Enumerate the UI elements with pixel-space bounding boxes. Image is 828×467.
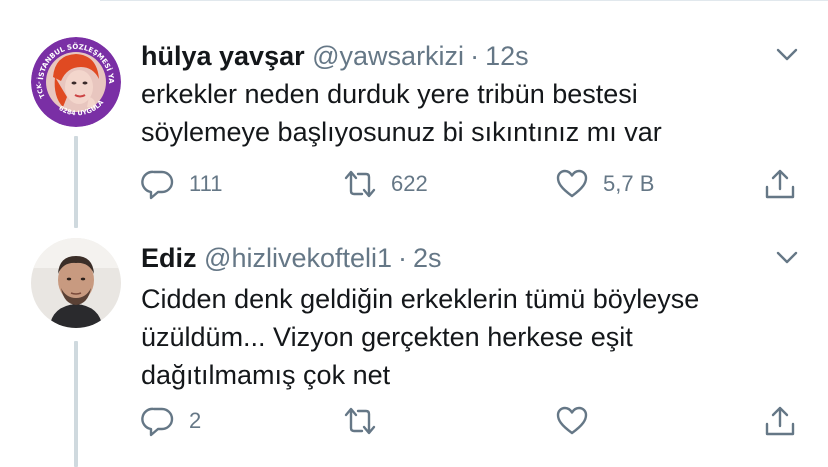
- reply-count: 2: [189, 408, 202, 433]
- share-button[interactable]: [763, 403, 797, 439]
- share-button[interactable]: [763, 166, 797, 202]
- thread-line: [74, 341, 78, 467]
- tweet-text-line: Cidden denk geldiğin erkeklerin tümü böy…: [141, 284, 700, 314]
- chevron-down-icon[interactable]: [776, 251, 798, 265]
- reply-count: 111: [189, 171, 223, 196]
- tweet-text-line: erkekler neden durduk yere tribün bestes…: [141, 79, 638, 109]
- share-icon: [765, 169, 795, 199]
- retweet-button[interactable]: [343, 403, 391, 439]
- like-icon: [556, 169, 588, 198]
- avatar[interactable]: [31, 238, 121, 328]
- like-button[interactable]: [555, 403, 603, 439]
- avatar[interactable]: İSTANBUL SÖZLEŞMESİ YAŞATIR TCK-103 6284…: [31, 37, 121, 127]
- reply-icon: [141, 170, 174, 200]
- tweet-actions: 111 622 5,7 B: [141, 166, 801, 202]
- retweet-count: 622: [391, 171, 428, 196]
- chevron-down-icon[interactable]: [776, 48, 798, 62]
- display-name[interactable]: Ediz: [141, 243, 197, 273]
- tweet-header: Ediz @hizlivekofteli1 · 2s: [141, 242, 442, 274]
- reply-icon: [141, 407, 174, 437]
- tweet-1[interactable]: İSTANBUL SÖZLEŞMESİ YAŞATIR TCK-103 6284…: [0, 0, 828, 235]
- retweet-icon: [344, 170, 376, 198]
- retweet-icon: [344, 407, 376, 435]
- retweet-button[interactable]: 622: [343, 166, 428, 202]
- tweet-actions: 2: [141, 403, 801, 439]
- like-icon: [556, 406, 588, 435]
- tweet-text: Cidden denk geldiğin erkeklerin tümü böy…: [141, 280, 791, 394]
- tweet-text: erkekler neden durduk yere tribün bestes…: [141, 75, 791, 151]
- avatar-image: [31, 238, 121, 328]
- tweet-text-line: söylemeye başlıyosunuz bi sıkıntınız mı …: [141, 117, 662, 147]
- tweet-2[interactable]: Ediz @hizlivekofteli1 · 2s Cidden denk gel…: [0, 235, 828, 467]
- separator-dot: ·: [398, 243, 408, 273]
- like-button[interactable]: 5,7 B: [555, 166, 654, 202]
- thread-line: [74, 136, 78, 228]
- avatar-image: İSTANBUL SÖZLEŞMESİ YAŞATIR TCK-103 6284…: [31, 37, 121, 127]
- separator-dot: ·: [470, 41, 480, 71]
- tweet-text-line: dağıtılmamış çok net: [141, 360, 391, 390]
- reply-button[interactable]: 2: [141, 403, 201, 439]
- tweet-text-line: üzüldüm... Vizyon gerçekten herkese eşit: [141, 322, 633, 352]
- share-icon: [765, 406, 795, 436]
- handle[interactable]: @hizlivekofteli1: [204, 243, 392, 273]
- like-count: 5,7 B: [603, 171, 655, 196]
- handle[interactable]: @yawsarkizi: [312, 41, 464, 71]
- timestamp[interactable]: 12s: [485, 41, 529, 71]
- tweet-header: hülya yavşar @yawsarkizi · 12s: [141, 40, 529, 72]
- reply-button[interactable]: 111: [141, 166, 222, 202]
- display-name[interactable]: hülya yavşar: [141, 41, 305, 71]
- timestamp[interactable]: 2s: [413, 243, 442, 273]
